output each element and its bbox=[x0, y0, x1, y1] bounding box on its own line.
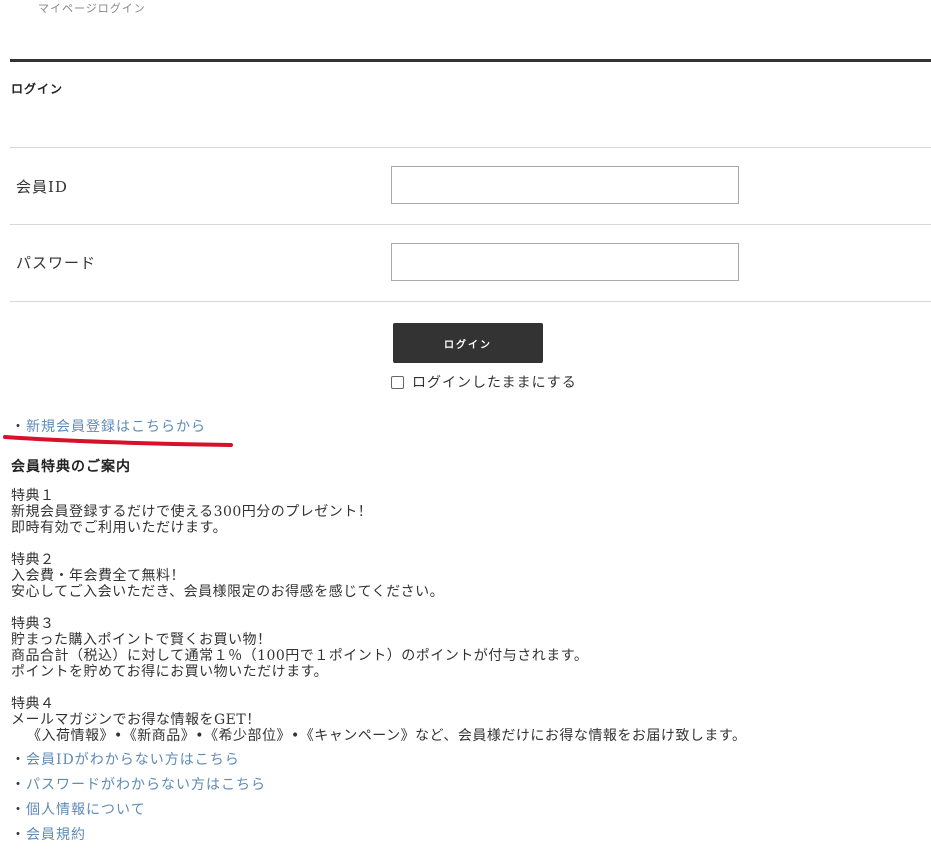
bullet: ・ bbox=[11, 752, 26, 768]
help-links: ・会員IDがわからない方はこちら ・パスワードがわからない方はこちら ・個人情報… bbox=[11, 750, 266, 850]
benefit-line: 《入荷情報》•《新商品》•《希少部位》•《キャンペーン》など、会員様だけにお得な… bbox=[27, 728, 747, 744]
password-input[interactable] bbox=[391, 243, 739, 281]
password-label: パスワード bbox=[16, 254, 97, 272]
list-item: ・会員IDがわからない方はこちら bbox=[11, 750, 266, 775]
member-id-label: 会員ID bbox=[16, 178, 68, 196]
bullet: ・ bbox=[11, 777, 26, 793]
login-section-title: ログイン bbox=[11, 82, 64, 96]
list-item: ・パスワードがわからない方はこちら bbox=[11, 775, 266, 800]
form-divider bbox=[10, 301, 931, 302]
remember-checkbox[interactable] bbox=[391, 375, 404, 389]
breadcrumb: マイページログイン bbox=[38, 2, 146, 15]
benefits-heading: 会員特典のご案内 bbox=[11, 459, 131, 475]
benefit-line: 入会費・年会費全て無料！ bbox=[11, 568, 185, 584]
terms-link[interactable]: 会員規約 bbox=[26, 827, 86, 843]
benefit-title: 特典２ bbox=[11, 552, 55, 568]
register-link-row: ・新規会員登録はこちらから bbox=[11, 416, 206, 436]
remember-login[interactable]: ログインしたままにする bbox=[391, 372, 577, 392]
member-id-input[interactable] bbox=[391, 166, 739, 204]
list-item: ・個人情報について bbox=[11, 800, 266, 825]
benefit-title: 特典４ bbox=[11, 696, 55, 712]
benefit-item: 特典２ 入会費・年会費全て無料！ 安心してご入会いただき、会員様限定のお得感を感… bbox=[11, 552, 746, 600]
benefits-list: 特典１ 新規会員登録するだけで使える300円分のプレゼント！ 即時有効でご利用い… bbox=[11, 488, 746, 760]
bullet: ・ bbox=[11, 419, 26, 435]
benefit-line: 即時有効でご利用いただけます。 bbox=[11, 520, 228, 536]
list-item: ・会員規約 bbox=[11, 825, 266, 850]
remember-label: ログインしたままにする bbox=[412, 375, 577, 391]
register-link[interactable]: 新規会員登録はこちらから bbox=[26, 419, 206, 435]
benefit-line: メールマガジンでお得な情報をGET！ bbox=[11, 712, 261, 728]
forgot-id-link[interactable]: 会員IDがわからない方はこちら bbox=[26, 752, 240, 768]
benefit-line: 貯まった購入ポイントで賢くお買い物！ bbox=[11, 632, 272, 648]
benefit-line: 安心してご入会いただき、会員様限定のお得感を感じてください。 bbox=[11, 584, 445, 600]
benefit-item: 特典１ 新規会員登録するだけで使える300円分のプレゼント！ 即時有効でご利用い… bbox=[11, 488, 746, 536]
benefit-title: 特典３ bbox=[11, 616, 55, 632]
benefit-item: 特典３ 貯まった購入ポイントで賢くお買い物！ 商品合計（税込）に対して通常１％（… bbox=[11, 616, 746, 680]
benefit-line: 新規会員登録するだけで使える300円分のプレゼント！ bbox=[11, 504, 373, 520]
section-divider bbox=[10, 59, 931, 62]
form-divider bbox=[10, 224, 931, 225]
benefit-line: ポイントを貯めてお得にお買い物いただけます。 bbox=[11, 664, 329, 680]
form-divider bbox=[10, 147, 931, 148]
benefit-item: 特典４ メールマガジンでお得な情報をGET！ 《入荷情報》•《新商品》•《希少部… bbox=[11, 696, 746, 744]
bullet: ・ bbox=[11, 827, 26, 843]
login-button[interactable]: ログイン bbox=[393, 323, 543, 363]
bullet: ・ bbox=[11, 802, 26, 818]
benefit-line: 商品合計（税込）に対して通常１％（100円で１ポイント）のポイントが付与されます… bbox=[11, 648, 589, 664]
privacy-link[interactable]: 個人情報について bbox=[26, 802, 146, 818]
forgot-password-link[interactable]: パスワードがわからない方はこちら bbox=[26, 777, 266, 793]
benefit-title: 特典１ bbox=[11, 488, 55, 504]
